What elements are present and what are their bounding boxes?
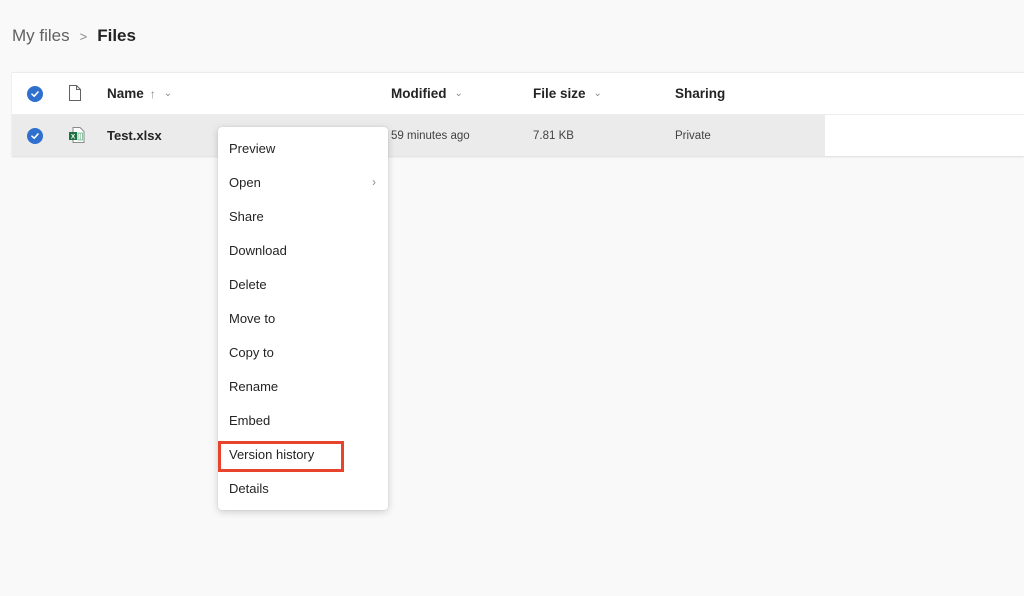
menu-item-open[interactable]: Open › <box>218 165 388 199</box>
checkmark-icon <box>31 132 39 139</box>
file-size: 7.81 KB <box>533 129 574 142</box>
file-type-icon <box>68 84 86 104</box>
column-header-modified[interactable]: Modified ⌄ <box>391 86 463 101</box>
menu-item-download[interactable]: Download <box>218 233 388 267</box>
chevron-down-icon[interactable]: ⌄ <box>594 88 602 99</box>
menu-item-copy-to[interactable]: Copy to <box>218 336 388 370</box>
context-menu: Preview Open › Share Download Delete Move… <box>218 127 388 510</box>
menu-item-share[interactable]: Share <box>218 199 388 233</box>
file-sharing: Private <box>675 129 711 142</box>
svg-text:X: X <box>71 133 76 140</box>
chevron-down-icon[interactable]: ⌄ <box>455 88 463 99</box>
file-modified: 59 minutes ago <box>391 129 470 142</box>
menu-item-details[interactable]: Details <box>218 472 388 506</box>
menu-item-preview[interactable]: Preview <box>218 131 388 165</box>
menu-item-rename[interactable]: Rename <box>218 370 388 404</box>
column-header-sharing[interactable]: Sharing <box>675 86 725 101</box>
breadcrumb-separator-icon: > <box>79 28 88 44</box>
file-list: Name ↑ ⌄ Modified ⌄ File size ⌄ Sharing … <box>12 72 1024 156</box>
breadcrumb-current: Files <box>97 26 136 45</box>
menu-item-move-to[interactable]: Move to <box>218 301 388 335</box>
menu-item-delete[interactable]: Delete <box>218 267 388 301</box>
row-checkbox[interactable] <box>27 127 43 144</box>
chevron-down-icon[interactable]: ⌄ <box>164 88 172 99</box>
chevron-right-icon: › <box>372 175 376 190</box>
breadcrumb: My files > Files <box>12 26 136 46</box>
checkmark-icon <box>31 90 39 97</box>
file-list-header: Name ↑ ⌄ Modified ⌄ File size ⌄ Sharing <box>12 73 1024 115</box>
menu-item-embed[interactable]: Embed <box>218 404 388 438</box>
select-all-checkbox[interactable] <box>27 85 43 102</box>
file-name[interactable]: Test.xlsx <box>107 128 162 143</box>
sort-ascending-icon: ↑ <box>149 86 156 101</box>
table-row[interactable]: X Test.xlsx 59 minutes ago 7.81 KB Priva… <box>12 115 1024 156</box>
column-header-file-size[interactable]: File size ⌄ <box>533 86 602 101</box>
menu-item-version-history[interactable]: Version history <box>218 438 388 472</box>
breadcrumb-my-files[interactable]: My files <box>12 26 70 46</box>
excel-file-icon: X <box>68 126 86 146</box>
column-header-name[interactable]: Name ↑ ⌄ <box>107 86 172 101</box>
